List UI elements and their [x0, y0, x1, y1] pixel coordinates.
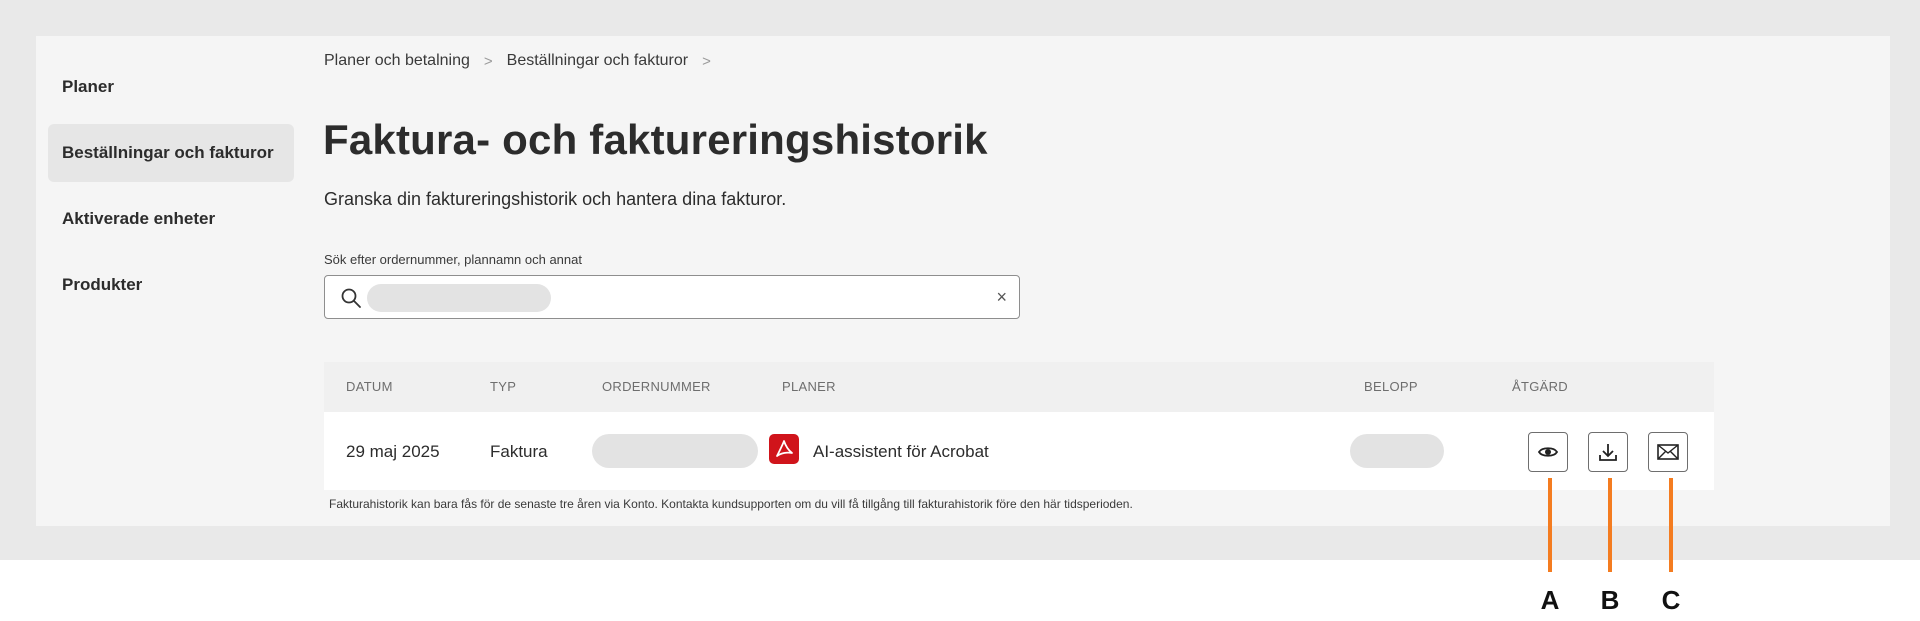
callout-line-c — [1669, 478, 1673, 572]
mail-icon — [1657, 444, 1679, 460]
callout-label-b: B — [1600, 585, 1620, 615]
cell-plan-name: AI-assistent för Acrobat — [813, 442, 989, 461]
email-invoice-button[interactable] — [1648, 432, 1688, 472]
breadcrumb-separator: > — [483, 52, 493, 70]
column-header-date: DATUM — [346, 379, 393, 394]
breadcrumb-item-orders-invoices[interactable]: Beställningar och fakturor — [507, 52, 688, 70]
page-title: Faktura- och faktureringshistorik — [323, 116, 988, 163]
view-invoice-button[interactable] — [1528, 432, 1568, 472]
clear-search-icon[interactable]: × — [996, 286, 1007, 308]
column-header-action: ÅTGÄRD — [1512, 379, 1568, 394]
history-footnote: Fakturahistorik kan bara fås för de sena… — [329, 497, 1133, 511]
sidebar-item-label: Planer — [62, 77, 114, 96]
sidebar-item-planer[interactable]: Planer — [48, 58, 294, 116]
sidebar-item-activated-devices[interactable]: Aktiverade enheter — [48, 190, 294, 248]
download-invoice-button[interactable] — [1588, 432, 1628, 472]
table-row: 29 maj 2025 Faktura AI-assistent för Acr… — [324, 412, 1714, 490]
download-icon — [1599, 444, 1617, 461]
sidebar-item-orders-invoices[interactable]: Beställningar och fakturor — [48, 124, 294, 182]
breadcrumb-separator: > — [702, 52, 711, 70]
search-label: Sök efter ordernummer, plannamn och anna… — [324, 252, 582, 267]
table-header: DATUM TYP ORDERNUMMER PLANER BELOPP ÅTGÄ… — [324, 362, 1714, 412]
page-subtitle: Granska din faktureringshistorik och han… — [324, 189, 787, 209]
search-icon — [341, 288, 361, 308]
sidebar-item-products[interactable]: Produkter — [48, 256, 294, 314]
column-header-type: TYP — [490, 379, 517, 394]
cell-type: Faktura — [490, 442, 548, 461]
callout-line-b — [1608, 478, 1612, 572]
sidebar-item-label: Aktiverade enheter — [62, 209, 216, 228]
column-header-plans: PLANER — [782, 379, 836, 394]
search-input[interactable] — [367, 284, 551, 312]
cell-order-number-redacted — [592, 434, 758, 468]
column-header-order-number: ORDERNUMMER — [602, 379, 711, 394]
sidebar-item-label: Produkter — [62, 275, 143, 294]
breadcrumb-item-plans-payment[interactable]: Planer och betalning — [324, 52, 470, 70]
cell-date: 29 maj 2025 — [346, 442, 440, 461]
column-header-amount: BELOPP — [1364, 379, 1418, 394]
callout-label-c: C — [1661, 585, 1681, 615]
search-field: × — [324, 275, 1020, 319]
main-panel: Planer Beställningar och fakturor Aktive… — [36, 36, 1890, 526]
callout-line-a — [1548, 478, 1552, 572]
acrobat-icon — [769, 434, 799, 464]
sidebar-item-label: Beställningar och fakturor — [62, 143, 274, 162]
cell-amount-redacted — [1350, 434, 1444, 468]
breadcrumb: Planer och betalning > Beställningar och… — [324, 52, 711, 70]
eye-icon — [1537, 447, 1559, 457]
callout-label-a: A — [1540, 585, 1560, 615]
